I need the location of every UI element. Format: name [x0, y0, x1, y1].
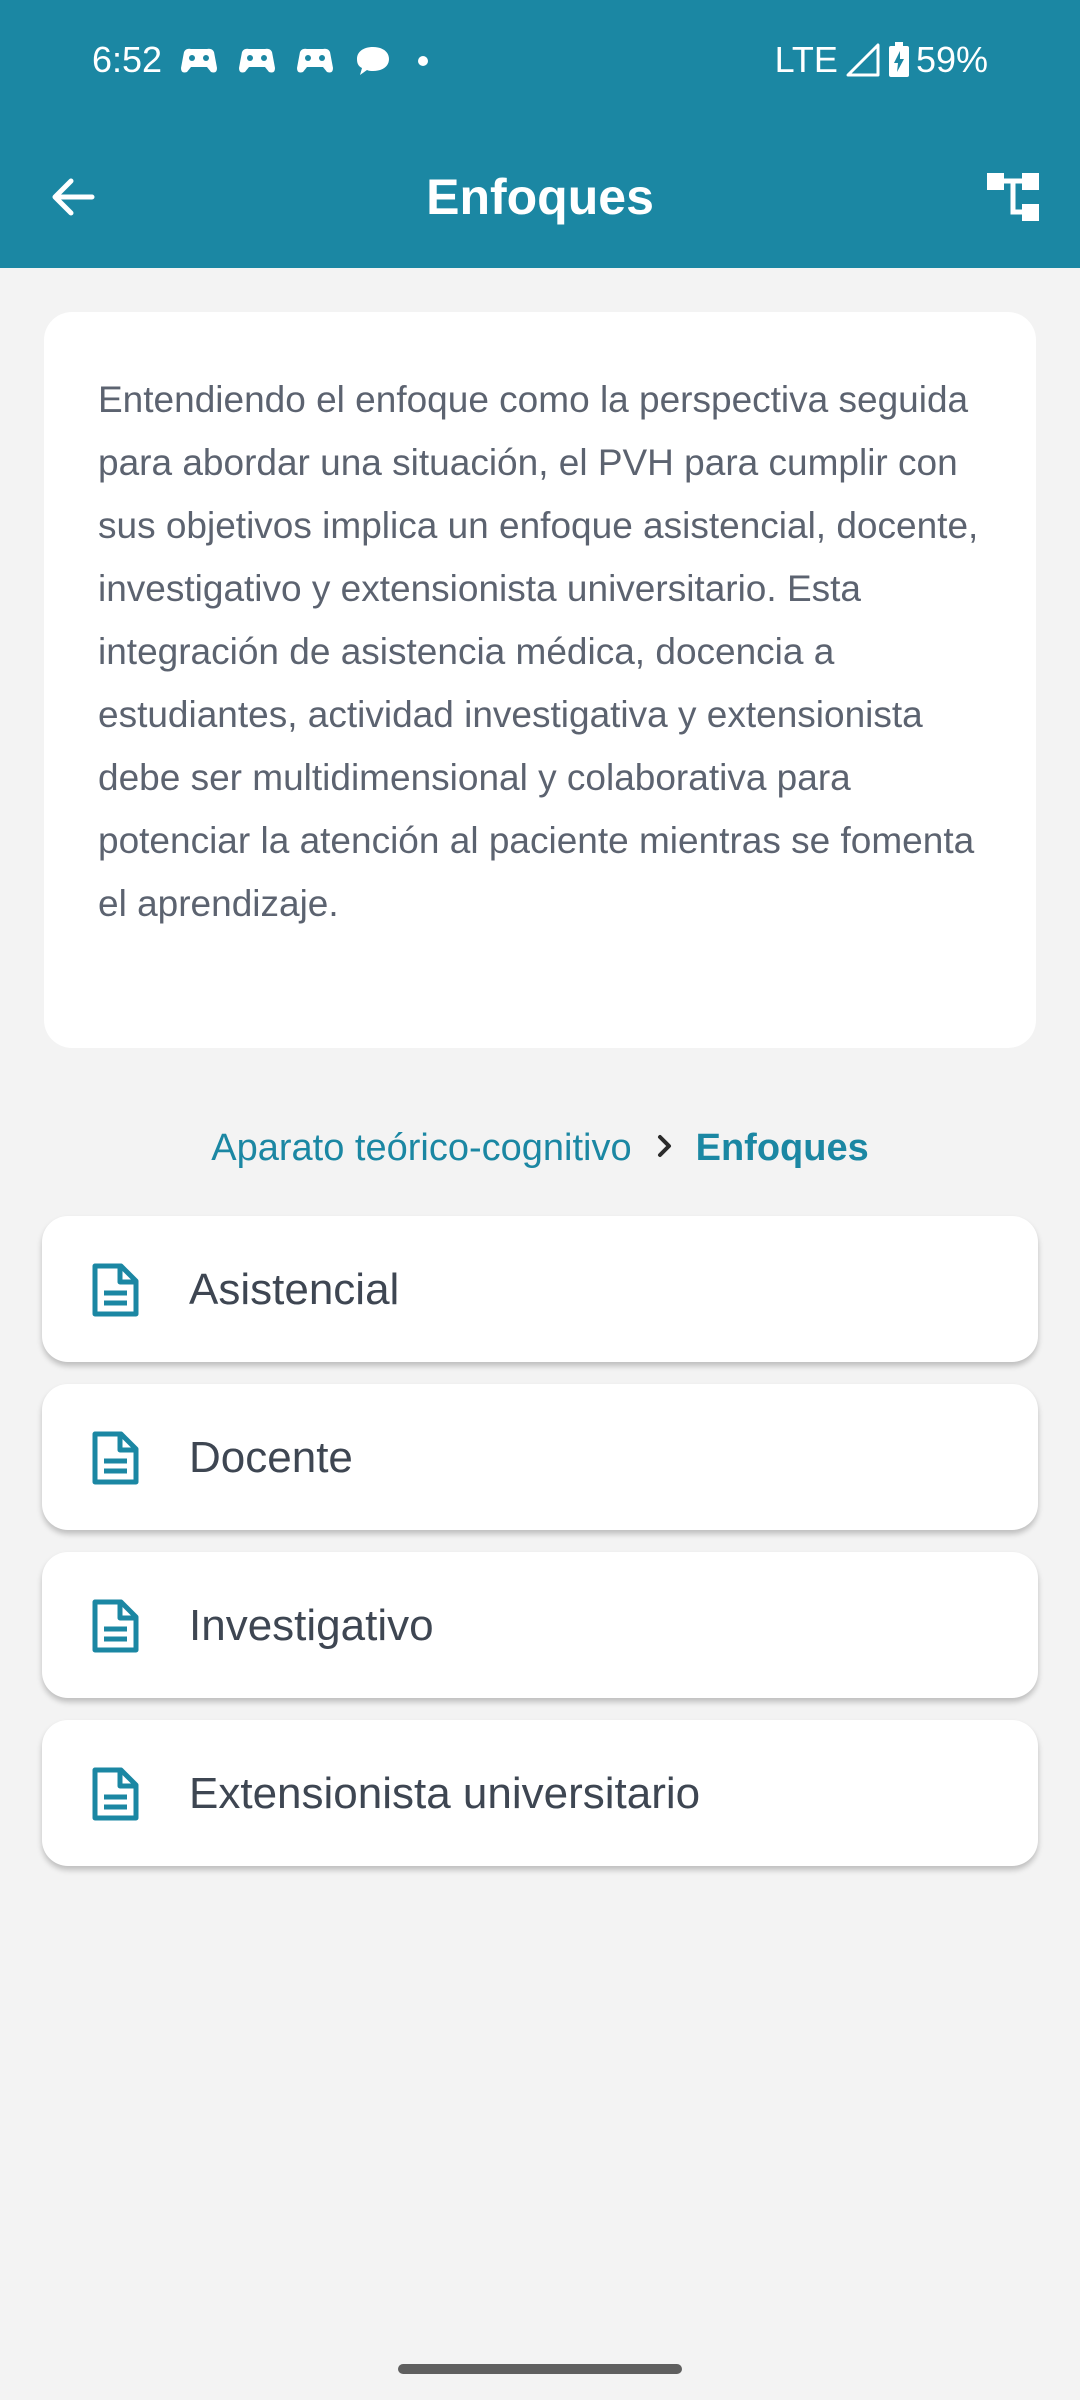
network-type: LTE [774, 39, 838, 80]
chevron-right-icon [656, 1117, 674, 1177]
list-item-label: Asistencial [189, 1265, 400, 1314]
battery-charging-icon [888, 42, 909, 77]
document-icon [92, 1599, 139, 1653]
status-time: 6:52 [92, 39, 163, 80]
breadcrumb: Aparato teórico-cognitivo Enfoques [0, 1118, 1080, 1180]
game-controller-icon [297, 48, 333, 73]
app-bar: 6:52 LTE 59% Enfoques [0, 0, 1080, 268]
breadcrumb-current: Enfoques [695, 1127, 869, 1169]
description-text: Entendiendo el enfoque como la perspecti… [98, 379, 979, 924]
status-indicators: LTE 59% [775, 38, 988, 82]
toolbar: Enfoques [0, 120, 1080, 268]
list-item-extensionista-universitario[interactable]: Extensionista universitario [42, 1720, 1038, 1866]
breadcrumb-parent-link[interactable]: Aparato teórico-cognitivo [211, 1127, 631, 1169]
page-title: Enfoques [426, 169, 654, 225]
home-indicator[interactable] [398, 2364, 682, 2374]
battery-percent: 59% [915, 39, 988, 80]
document-icon [92, 1263, 139, 1317]
list-item-label: Investigativo [189, 1601, 434, 1650]
game-controller-icon [181, 48, 217, 73]
structure-button[interactable] [980, 164, 1046, 230]
list-item-docente[interactable]: Docente [42, 1384, 1038, 1530]
document-icon [92, 1767, 139, 1821]
signal-icon [846, 43, 880, 77]
game-controller-icon [239, 48, 275, 73]
tree-structure-icon [987, 173, 1039, 221]
approach-list: Asistencial Docente Investigativo Extens… [42, 1216, 1038, 1888]
list-item-label: Docente [189, 1433, 353, 1482]
document-icon [92, 1431, 139, 1485]
list-item-investigativo[interactable]: Investigativo [42, 1552, 1038, 1698]
description-card: Entendiendo el enfoque como la perspecti… [44, 312, 1036, 1048]
chat-bubble-icon [357, 47, 389, 75]
list-item-label: Extensionista universitario [189, 1769, 701, 1818]
notification-icons [180, 44, 428, 78]
list-item-asistencial[interactable]: Asistencial [42, 1216, 1038, 1362]
more-dot-icon [418, 56, 428, 66]
status-bar: 6:52 LTE 59% [0, 0, 1080, 120]
